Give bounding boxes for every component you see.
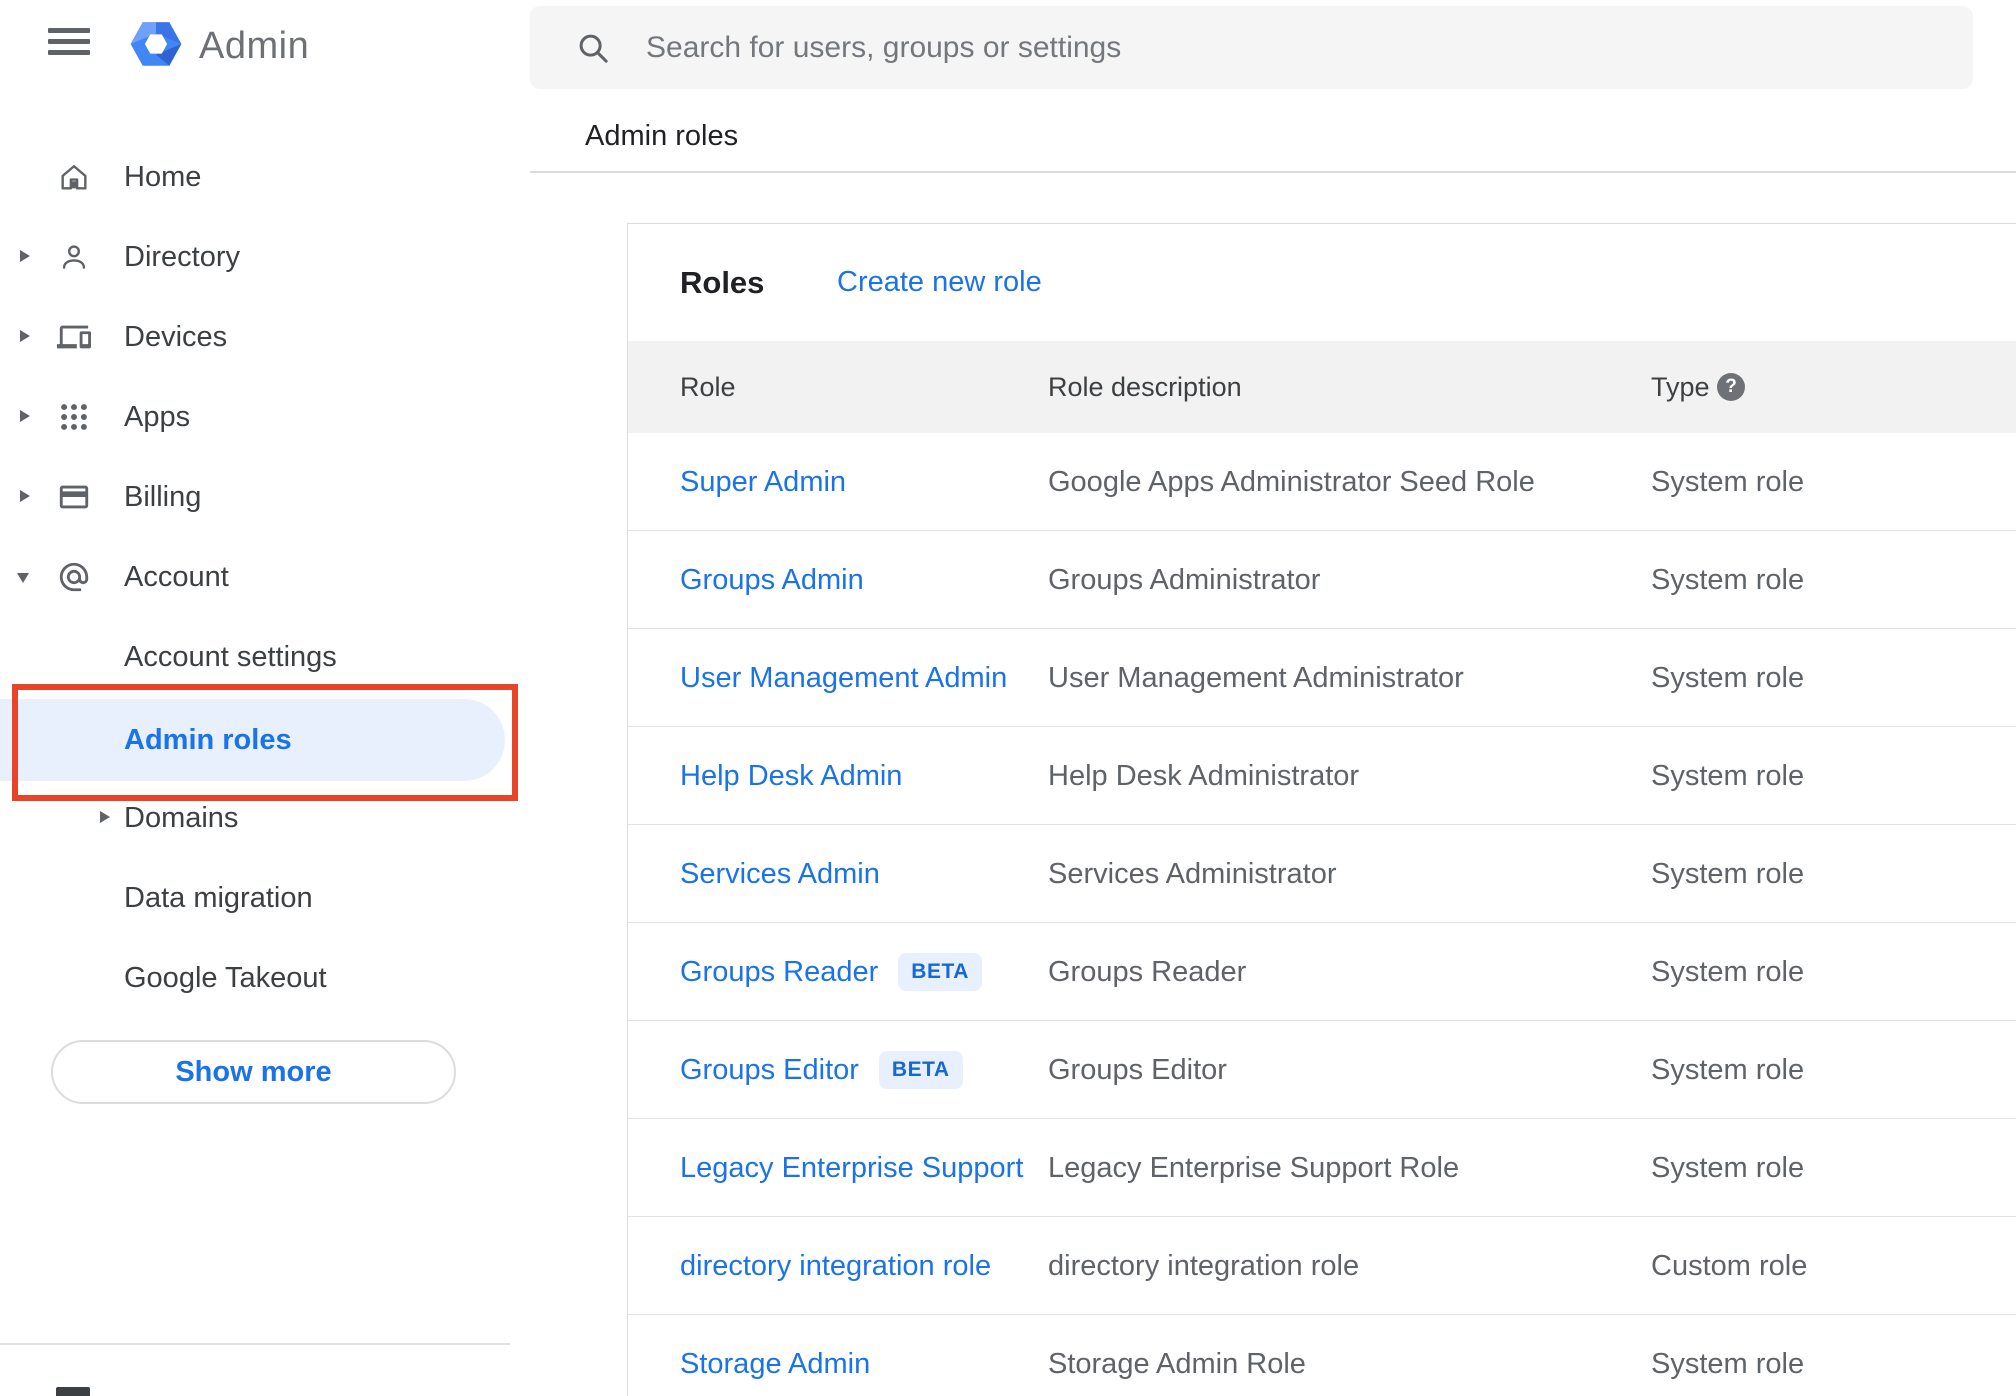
sidebar-item-apps[interactable]: Apps [0, 377, 530, 457]
role-type: System role [1651, 465, 1805, 498]
sidebar-item-data-migration[interactable]: Data migration [0, 858, 530, 938]
role-type: Custom role [1651, 1249, 1808, 1282]
table-row: Groups Reader BETA Groups Reader System … [628, 923, 2016, 1021]
role-link[interactable]: Legacy Enterprise Support [680, 1152, 1023, 1185]
show-more-button[interactable]: Show more [51, 1040, 456, 1104]
sidebar-item-google-takeout[interactable]: Google Takeout [0, 938, 530, 1018]
search-icon [574, 29, 612, 72]
sidebar-item-home[interactable]: Home [0, 137, 530, 217]
header-divider [530, 171, 2016, 173]
help-icon[interactable]: ? [1717, 373, 1745, 401]
sidebar-item-billing[interactable]: Billing [0, 457, 530, 537]
logo-wordmark: Admin [199, 24, 310, 67]
role-type: System role [1651, 661, 1805, 694]
role-link[interactable]: Groups Reader [680, 956, 878, 989]
column-header-role-description: Role description [1048, 371, 1242, 402]
breadcrumb: Admin roles [585, 120, 739, 152]
table-row: Storage Admin Storage Admin Role System … [628, 1315, 2016, 1396]
column-header-role: Role [680, 371, 736, 402]
table-row: Super Admin Google Apps Administrator Se… [628, 433, 2016, 531]
beta-badge: BETA [898, 953, 982, 991]
devices-icon [57, 320, 91, 354]
sidebar-item-label: Admin roles [124, 723, 292, 756]
role-description: Storage Admin Role [1048, 1347, 1306, 1380]
card-title: Roles [680, 264, 765, 300]
table-row: Legacy Enterprise Support Legacy Enterpr… [628, 1119, 2016, 1217]
role-type: System role [1651, 857, 1805, 890]
admin-logo[interactable]: Admin [127, 14, 309, 78]
role-type: System role [1651, 563, 1805, 596]
table-row: directory integration role directory int… [628, 1217, 2016, 1315]
sidebar-item-label: Home [124, 160, 202, 193]
sidebar-divider [0, 1343, 510, 1345]
table-row: Groups Admin Groups Administrator System… [628, 531, 2016, 629]
chevron-right-icon[interactable] [20, 250, 30, 262]
role-link[interactable]: Super Admin [680, 466, 846, 499]
credit-card-icon [57, 480, 91, 514]
menu-hamburger-icon[interactable] [48, 28, 90, 56]
role-description: Groups Reader [1048, 955, 1247, 988]
create-new-role-link[interactable]: Create new role [837, 224, 1042, 341]
role-link[interactable]: Storage Admin [680, 1348, 870, 1381]
admin-hexagon-icon [127, 14, 185, 79]
sidebar-item-label: Directory [124, 240, 241, 273]
person-icon [57, 240, 91, 274]
table-row: User Management Admin User Management Ad… [628, 629, 2016, 727]
sidebar: Admin Home Directory Devices Apps Billin… [0, 0, 530, 1396]
roles-card: Roles Create new role Role Role descript… [627, 223, 2016, 1396]
sidebar-item-label: Google Takeout [124, 961, 327, 994]
role-link[interactable]: Groups Editor [680, 1054, 859, 1087]
role-description: Google Apps Administrator Seed Role [1048, 465, 1535, 498]
home-icon [57, 160, 91, 194]
role-description: Groups Editor [1048, 1053, 1227, 1086]
sidebar-item-label: Domains [124, 801, 239, 834]
role-type: System role [1651, 1053, 1805, 1086]
role-link[interactable]: directory integration role [680, 1250, 991, 1283]
role-link[interactable]: Help Desk Admin [680, 760, 902, 793]
role-description: Legacy Enterprise Support Role [1048, 1151, 1460, 1184]
role-type: System role [1651, 955, 1805, 988]
cutoff-menu-icon [56, 1387, 90, 1396]
role-description: directory integration role [1048, 1249, 1360, 1282]
role-type: System role [1651, 1151, 1805, 1184]
table-row: Help Desk Admin Help Desk Administrator … [628, 727, 2016, 825]
role-description: Groups Administrator [1048, 563, 1321, 596]
sidebar-item-domains[interactable]: Domains [0, 778, 530, 858]
sidebar-item-label: Account settings [124, 640, 337, 673]
role-description: User Management Administrator [1048, 661, 1464, 694]
sidebar-item-account-settings[interactable]: Account settings [0, 617, 530, 697]
table-header-row: Role Role description Type ? [628, 341, 2016, 433]
card-header: Roles Create new role [628, 224, 2016, 341]
chevron-right-icon[interactable] [20, 490, 30, 502]
chevron-down-icon[interactable] [17, 573, 29, 583]
chevron-right-icon[interactable] [20, 410, 30, 422]
sidebar-item-directory[interactable]: Directory [0, 217, 530, 297]
role-link[interactable]: Services Admin [680, 858, 880, 891]
chevron-right-icon[interactable] [100, 811, 110, 823]
role-description: Services Administrator [1048, 857, 1337, 890]
apps-grid-icon [57, 400, 91, 434]
role-link[interactable]: User Management Admin [680, 662, 1007, 695]
chevron-right-icon[interactable] [20, 330, 30, 342]
sidebar-item-label: Billing [124, 480, 202, 513]
sidebar-item-admin-roles[interactable]: Admin roles [0, 699, 530, 781]
table-row: Groups Editor BETA Groups Editor System … [628, 1021, 2016, 1119]
sidebar-item-devices[interactable]: Devices [0, 297, 530, 377]
sidebar-item-account[interactable]: Account [0, 537, 530, 617]
at-sign-icon [57, 560, 91, 594]
search-input[interactable] [646, 6, 1946, 89]
role-description: Help Desk Administrator [1048, 759, 1360, 792]
sidebar-item-label: Devices [124, 320, 228, 353]
search-bar[interactable] [530, 6, 1973, 89]
role-type: System role [1651, 759, 1805, 792]
role-type: System role [1651, 1347, 1805, 1380]
table-row: Services Admin Services Administrator Sy… [628, 825, 2016, 923]
column-header-type: Type [1651, 371, 1710, 402]
roles-table-body: Super Admin Google Apps Administrator Se… [628, 433, 2016, 1396]
role-link[interactable]: Groups Admin [680, 564, 864, 597]
sidebar-item-label: Account [124, 560, 229, 593]
sidebar-item-label: Data migration [124, 881, 313, 914]
sidebar-item-label: Apps [124, 400, 191, 433]
beta-badge: BETA [878, 1051, 963, 1089]
